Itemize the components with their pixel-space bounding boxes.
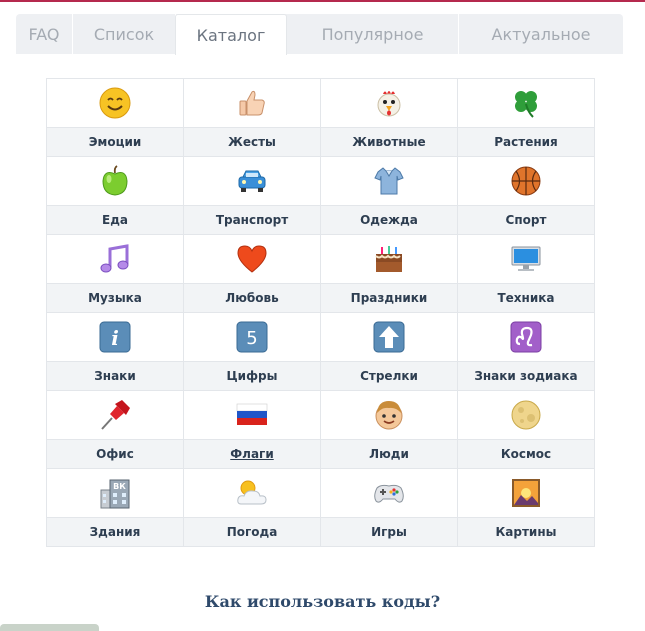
category-label[interactable]: Игры xyxy=(320,517,458,547)
category-icon-cell[interactable] xyxy=(457,234,595,284)
up-arrow-icon xyxy=(373,321,405,353)
smiley-face-icon xyxy=(99,87,131,119)
computer-monitor-icon xyxy=(511,246,541,271)
category-label[interactable]: Спорт xyxy=(457,205,595,235)
category-label[interactable]: Техника xyxy=(457,283,595,313)
category-label[interactable]: Музыка xyxy=(46,283,184,313)
leo-zodiac-icon xyxy=(510,321,542,353)
category-label[interactable]: Одежда xyxy=(320,205,458,235)
category-icon-cell[interactable] xyxy=(46,156,184,206)
basketball-icon xyxy=(511,166,541,196)
category-label[interactable]: Космос xyxy=(457,439,595,469)
category-icon-cell[interactable] xyxy=(183,468,321,518)
category-icon-cell[interactable]: ВК xyxy=(46,468,184,518)
tab-catalog[interactable]: Каталог xyxy=(175,14,287,55)
category-icon-cell[interactable] xyxy=(320,468,458,518)
category-icon-cell[interactable] xyxy=(320,234,458,284)
category-label[interactable]: Растения xyxy=(457,127,595,157)
category-icon-cell[interactable] xyxy=(320,390,458,440)
category-icon-cell[interactable] xyxy=(320,156,458,206)
svg-text:5: 5 xyxy=(246,328,257,349)
category-label[interactable]: Здания xyxy=(46,517,184,547)
category-icon-cell[interactable] xyxy=(320,312,458,362)
category-icon-cell[interactable] xyxy=(457,312,595,362)
category-icon-cell[interactable] xyxy=(183,390,321,440)
category-icon-cell[interactable] xyxy=(183,78,321,128)
sun-behind-cloud-icon xyxy=(237,480,267,505)
category-icon-cell[interactable]: i xyxy=(46,312,184,362)
category-label[interactable]: Знаки xyxy=(46,361,184,391)
moon-icon xyxy=(511,400,541,430)
category-label[interactable]: Флаги xyxy=(183,439,321,469)
category-icon-cell[interactable] xyxy=(320,78,458,128)
birthday-cake-icon xyxy=(375,246,402,272)
category-label[interactable]: Праздники xyxy=(320,283,458,313)
sunset-picture-icon xyxy=(512,479,540,507)
building-icon: ВК xyxy=(100,479,130,509)
category-icon-cell[interactable] xyxy=(46,390,184,440)
red-heart-icon xyxy=(237,245,267,273)
chicken-icon xyxy=(377,91,401,117)
svg-text:i: i xyxy=(111,326,119,350)
category-icon-cell[interactable] xyxy=(183,156,321,206)
category-label[interactable]: Стрелки xyxy=(320,361,458,391)
tab-actual[interactable]: Актуальное xyxy=(459,14,623,54)
category-label[interactable]: Жесты xyxy=(183,127,321,157)
category-icon-cell[interactable] xyxy=(46,234,184,284)
boy-face-icon xyxy=(375,401,403,430)
category-label[interactable]: Знаки зодиака xyxy=(457,361,595,391)
gamepad-icon xyxy=(374,484,404,503)
flags-link[interactable]: Флаги xyxy=(230,447,273,461)
blue-car-icon xyxy=(238,170,266,192)
pushpin-icon xyxy=(101,400,130,430)
russian-flag-icon xyxy=(236,403,268,425)
svg-text:ВК: ВК xyxy=(113,482,126,491)
category-label[interactable]: Офис xyxy=(46,439,184,469)
category-label[interactable]: Еда xyxy=(46,205,184,235)
tab-faq[interactable]: FAQ xyxy=(16,14,73,54)
category-icon-cell[interactable] xyxy=(457,468,595,518)
category-icon-cell[interactable] xyxy=(457,78,595,128)
info-sign-icon: i xyxy=(99,321,131,353)
number-five-icon: 5 xyxy=(236,321,268,353)
music-note-icon xyxy=(100,244,129,273)
category-label[interactable]: Животные xyxy=(320,127,458,157)
category-icon-cell[interactable] xyxy=(183,234,321,284)
category-icon-cell[interactable] xyxy=(457,156,595,206)
category-label[interactable]: Люди xyxy=(320,439,458,469)
four-leaf-clover-icon xyxy=(515,91,537,118)
tab-bar: FAQ Список Каталог Популярное Актуальное xyxy=(16,14,623,55)
shirt-icon xyxy=(374,167,404,195)
bottom-button-edge[interactable] xyxy=(0,624,99,631)
green-apple-icon xyxy=(102,165,128,196)
category-label[interactable]: Любовь xyxy=(183,283,321,313)
catalog-grid: Эмоции Жесты Животные Растения Еда Транс… xyxy=(46,78,595,547)
category-label[interactable]: Картины xyxy=(457,517,595,547)
category-label[interactable]: Транспорт xyxy=(183,205,321,235)
category-icon-cell[interactable] xyxy=(457,390,595,440)
how-to-use-codes-link[interactable]: Как использовать коды? xyxy=(0,592,645,611)
thumbs-up-icon xyxy=(239,90,265,116)
category-label[interactable]: Погода xyxy=(183,517,321,547)
category-icon-cell[interactable]: 5 xyxy=(183,312,321,362)
tab-list[interactable]: Список xyxy=(73,14,176,54)
category-label[interactable]: Эмоции xyxy=(46,127,184,157)
tab-popular[interactable]: Популярное xyxy=(287,14,459,54)
top-accent-line xyxy=(0,0,645,2)
category-label[interactable]: Цифры xyxy=(183,361,321,391)
category-icon-cell[interactable] xyxy=(46,78,184,128)
